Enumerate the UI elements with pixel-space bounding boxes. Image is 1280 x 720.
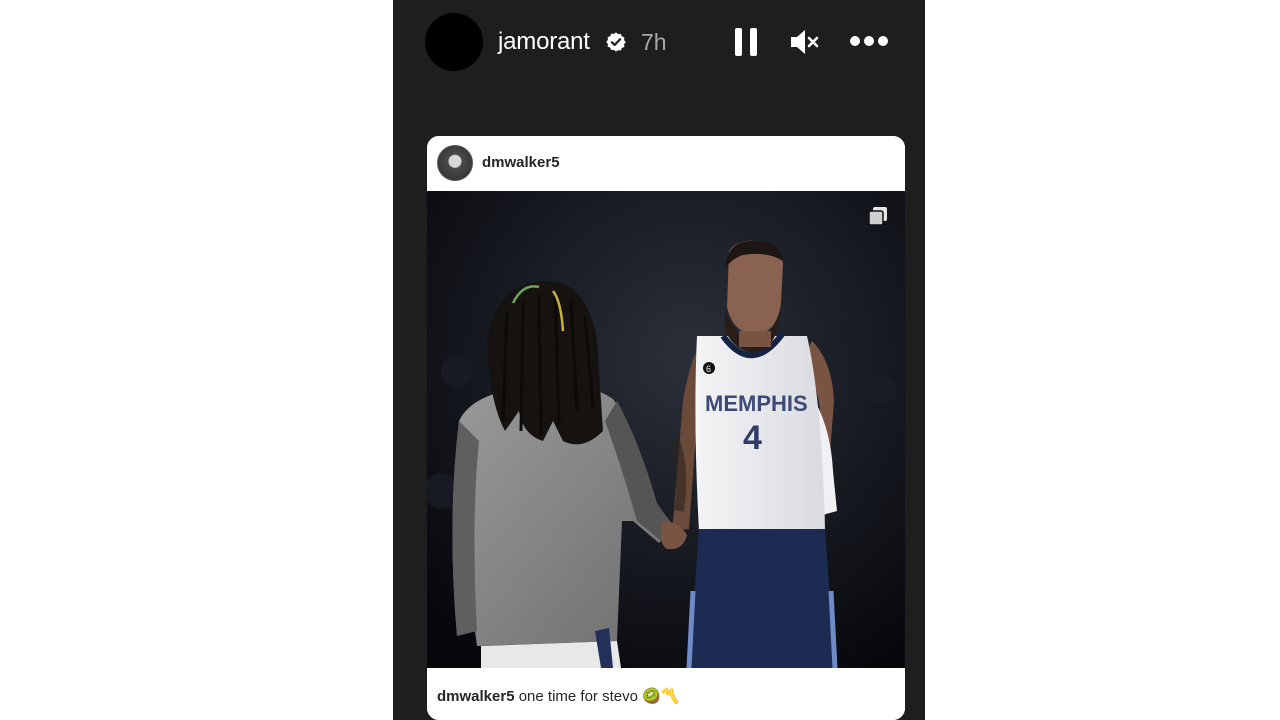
shared-post-username[interactable]: dmwalker5	[482, 154, 560, 171]
story-username[interactable]: jamorant	[498, 28, 590, 56]
story-header: jamorant 7h	[393, 0, 925, 90]
post-caption: dmwalker5 one time for stevo 🥝〽️	[427, 668, 905, 720]
shared-post-avatar[interactable]	[437, 145, 473, 181]
speaker-muted-icon[interactable]	[789, 29, 819, 55]
jersey-text: MEMPHIS	[705, 391, 808, 416]
shared-post-header: dmwalker5	[427, 136, 905, 191]
more-dots-icon[interactable]	[849, 34, 889, 48]
jersey-number: 4	[743, 419, 762, 457]
post-photo-image: MEMPHIS 4 6	[427, 191, 905, 668]
carousel-multiple-icon	[868, 207, 887, 226]
avatar[interactable]	[425, 13, 483, 71]
jersey-patch-number: 6	[706, 364, 711, 374]
story-timestamp: 7h	[641, 29, 667, 55]
post-photo: MEMPHIS 4 6	[427, 191, 905, 668]
pause-icon[interactable]	[735, 28, 757, 56]
caption-text-line: dmwalker5 one time for stevo 🥝〽️	[437, 687, 679, 705]
caption-username[interactable]: dmwalker5	[437, 688, 515, 705]
story-viewer: jamorant 7h dmwalker5 MEMPHIS 4 6 dmwalk…	[393, 0, 925, 720]
verified-badge-icon	[606, 32, 626, 52]
caption-body: one time for stevo	[514, 688, 643, 705]
shared-post-card[interactable]: dmwalker5 MEMPHIS 4 6 dmwalker5 one time…	[427, 136, 905, 720]
caption-emoji: 🥝〽️	[642, 688, 680, 705]
